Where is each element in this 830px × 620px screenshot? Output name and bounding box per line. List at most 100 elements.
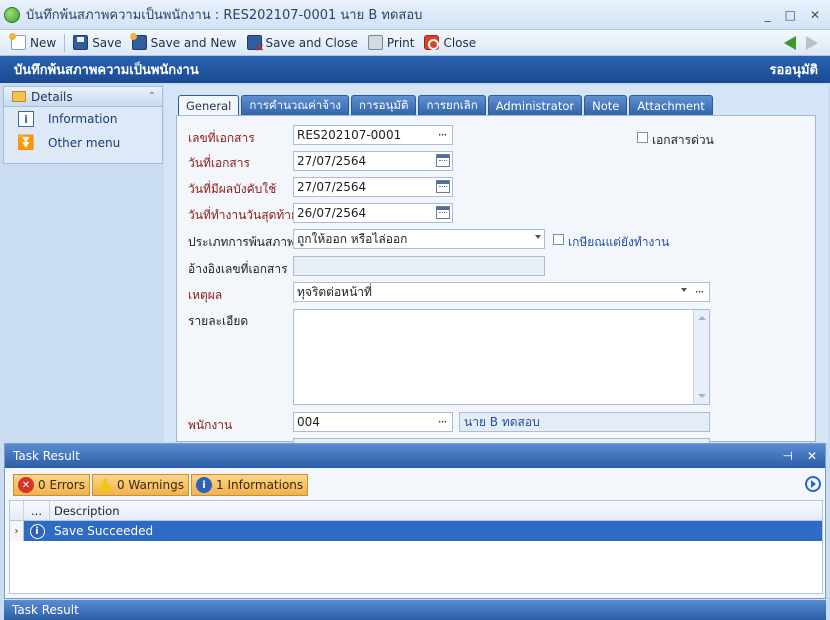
sidebar-empty-area: [3, 166, 163, 440]
double-chevron-down-icon: ⏬: [17, 135, 35, 151]
errors-filter-button[interactable]: ✕ 0 Errors: [13, 474, 90, 496]
refresh-icon[interactable]: [805, 476, 821, 492]
urgent-label: เอกสารด่วน: [652, 133, 714, 147]
row-description: Save Succeeded: [54, 524, 154, 538]
tab-wage-calculation[interactable]: การคำนวณค่าจ้าง: [241, 95, 350, 115]
sidebar-item-label: Other menu: [48, 136, 121, 150]
save-and-close-button[interactable]: Save and Close: [242, 32, 363, 54]
ellipsis-icon[interactable]: ···: [434, 414, 450, 430]
employee-code-value: 004: [297, 415, 320, 429]
collapse-icon[interactable]: ⌃: [148, 91, 156, 102]
termination-type-select[interactable]: ถูกให้ออก หรือไล่ออก: [293, 229, 545, 249]
record-navigation: [784, 35, 818, 50]
errors-label: 0 Errors: [38, 478, 85, 492]
close-panel-icon[interactable]: ✕: [807, 449, 817, 463]
previous-record-icon[interactable]: [784, 35, 796, 50]
next-record-icon[interactable]: [806, 35, 818, 50]
main-content: General การคำนวณค่าจ้าง การอนุมัติ การยก…: [164, 85, 828, 444]
tab-approval[interactable]: การอนุมัติ: [351, 95, 417, 115]
ref-doc-field: [293, 256, 545, 276]
table-row[interactable]: › i Save Succeeded: [10, 521, 822, 541]
termination-type-label: ประเภทการพ้นสภาพ: [188, 235, 295, 249]
window-titlebar: บันทึกพ้นสภาพความเป็นพนักงาน : RES202107…: [0, 0, 830, 30]
toolbar: New Save Save and New Save and Close Pri…: [0, 30, 830, 56]
calendar-icon[interactable]: [436, 206, 450, 219]
doc-no-value: RES202107-0001: [297, 128, 402, 142]
scroll-up-icon[interactable]: [698, 316, 706, 320]
informations-filter-button[interactable]: i 1 Informations: [191, 474, 309, 496]
grid-header: ... Description: [10, 501, 822, 521]
maximize-button[interactable]: □: [785, 8, 796, 22]
tab-attachment[interactable]: Attachment: [629, 95, 713, 115]
row-indicator-header: [10, 501, 24, 520]
task-result-tab[interactable]: Task Result: [4, 600, 826, 620]
new-document-icon: [9, 33, 26, 50]
task-result-title: Task Result: [13, 449, 80, 463]
minimize-button[interactable]: _: [765, 8, 771, 22]
printer-icon: [367, 35, 383, 50]
window-controls: _ □ ✕: [765, 8, 820, 22]
effective-date-value: 27/07/2564: [297, 180, 367, 194]
close-label: Close: [443, 35, 477, 50]
save-and-new-button[interactable]: Save and New: [127, 32, 242, 54]
ellipsis-icon[interactable]: ···: [691, 284, 707, 300]
ellipsis-icon[interactable]: ···: [434, 127, 450, 143]
task-result-panel: Task Result ⊣ ✕ ✕ 0 Errors 0 Warnings i …: [4, 443, 826, 599]
tab-note[interactable]: Note: [584, 95, 628, 115]
reason-select[interactable]: ทุจริตต่อหน้าที่ ···: [293, 282, 710, 302]
tab-administrator[interactable]: Administrator: [487, 95, 583, 115]
pin-icon[interactable]: ⊣: [782, 449, 792, 463]
dropdown-arrow-icon[interactable]: [535, 235, 541, 239]
doc-date-field[interactable]: 27/07/2564: [293, 151, 453, 171]
error-icon: ✕: [18, 477, 34, 493]
employee-name-value: นาย B ทดสอบ: [464, 414, 540, 429]
ref-doc-label: อ้างอิงเลขที่เอกสาร: [188, 262, 288, 276]
column-header-description[interactable]: Description: [50, 501, 822, 520]
detail-label: รายละเอียด: [188, 314, 249, 328]
doc-no-field[interactable]: RES202107-0001 ···: [293, 125, 453, 145]
save-new-label: Save and New: [150, 35, 237, 50]
sidebar-header[interactable]: Details ⌃: [4, 87, 162, 107]
last-work-date-field[interactable]: 26/07/2564: [293, 203, 453, 223]
sidebar-title: Details: [31, 89, 73, 104]
sidebar-item-other-menu[interactable]: ⏬ Other menu: [4, 131, 162, 155]
dropdown-arrow-icon[interactable]: [681, 288, 687, 292]
scroll-down-icon[interactable]: [698, 394, 706, 398]
task-result-header: Task Result ⊣ ✕: [5, 444, 825, 468]
effective-date-field[interactable]: 27/07/2564: [293, 177, 453, 197]
window-title: บันทึกพ้นสภาพความเป็นพนักงาน : RES202107…: [26, 8, 423, 23]
row-type-cell: i: [24, 521, 50, 541]
info-icon: i: [196, 477, 212, 493]
last-work-date-value: 26/07/2564: [297, 206, 367, 220]
tab-cancellation[interactable]: การยกเลิก: [418, 95, 486, 115]
save-button[interactable]: Save: [68, 32, 126, 54]
tab-general[interactable]: General: [178, 95, 240, 116]
print-label: Print: [386, 35, 415, 50]
doc-date-value: 27/07/2564: [297, 154, 367, 168]
sidebar-item-information[interactable]: i Information: [4, 107, 162, 131]
general-tab-panel: เลขที่เอกสาร RES202107-0001 ··· เอกสารด่…: [176, 115, 816, 444]
doc-date-label: วันที่เอกสาร: [188, 156, 250, 170]
warnings-label: 0 Warnings: [116, 478, 184, 492]
warnings-filter-button[interactable]: 0 Warnings: [91, 474, 189, 496]
employee-code-field[interactable]: 004 ···: [293, 412, 453, 432]
detail-scrollbar[interactable]: [693, 310, 709, 404]
column-header-icon[interactable]: ...: [24, 501, 50, 520]
calendar-icon[interactable]: [436, 154, 450, 167]
power-icon: [424, 35, 440, 50]
detail-textarea[interactable]: [293, 309, 710, 405]
close-button[interactable]: Close: [419, 32, 481, 54]
info-icon: i: [29, 523, 45, 539]
print-button[interactable]: Print: [363, 32, 420, 54]
close-window-button[interactable]: ✕: [810, 8, 820, 22]
save-new-icon: [129, 33, 147, 50]
info-icon: i: [18, 111, 34, 127]
new-button[interactable]: New: [6, 32, 61, 54]
calendar-icon[interactable]: [436, 180, 450, 193]
effective-date-label: วันที่มีผลบังคับใช้: [188, 182, 277, 196]
warning-icon: [96, 478, 113, 492]
retired-working-checkbox[interactable]: [553, 234, 564, 245]
urgent-checkbox[interactable]: [637, 132, 648, 143]
new-label: New: [30, 35, 57, 50]
retired-working-label: เกษียณแต่ยังทำงาน: [568, 235, 670, 249]
